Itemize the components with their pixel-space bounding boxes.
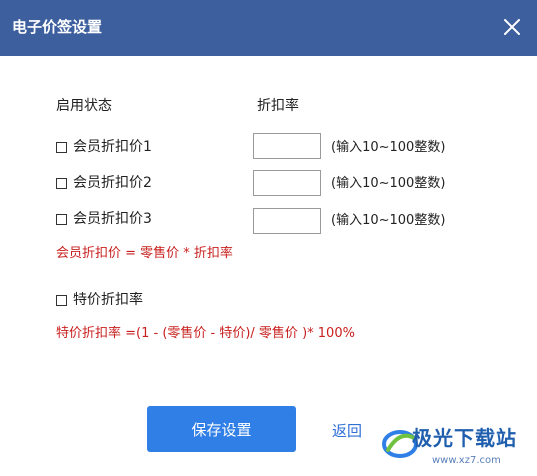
member-discount-1-label: 会员折扣价1 (73, 139, 152, 155)
member-discount-2-input[interactable] (253, 170, 321, 196)
back-link[interactable]: 返回 (332, 421, 362, 441)
discount-rate-header: 折扣率 (257, 98, 299, 114)
special-formula: 特价折扣率 =(1 - (零售价 - 特价)/ 零售价 )* 100% (56, 326, 355, 341)
member-discount-3-checkbox[interactable] (56, 214, 67, 225)
watermark-url: www.xz7.com (432, 455, 501, 466)
title-bar: 电子价签设置 (0, 0, 537, 56)
close-button[interactable] (497, 12, 527, 42)
member-discount-2-hint: (输入10~100整数) (331, 176, 446, 191)
member-discount-1-input[interactable] (253, 133, 321, 159)
member-discount-3-hint: (输入10~100整数) (331, 213, 446, 228)
save-settings-button[interactable]: 保存设置 (147, 406, 296, 452)
member-discount-3-input[interactable] (253, 208, 321, 234)
member-discount-3-label: 会员折扣价3 (73, 211, 152, 227)
member-discount-1-hint: (输入10~100整数) (331, 140, 446, 155)
member-discount-2-checkbox[interactable] (56, 178, 67, 189)
special-discount-checkbox[interactable] (56, 295, 67, 306)
status-header: 启用状态 (56, 98, 112, 114)
watermark-name: 极光下载站 (412, 426, 517, 450)
member-discount-2-label: 会员折扣价2 (73, 175, 152, 191)
special-discount-label: 特价折扣率 (73, 292, 143, 308)
window-title: 电子价签设置 (12, 18, 103, 36)
member-discount-1-checkbox[interactable] (56, 142, 67, 153)
member-formula: 会员折扣价 = 零售价 * 折扣率 (56, 246, 233, 261)
watermark: 极光下载站 www.xz7.com (380, 418, 530, 474)
close-icon (504, 19, 520, 35)
